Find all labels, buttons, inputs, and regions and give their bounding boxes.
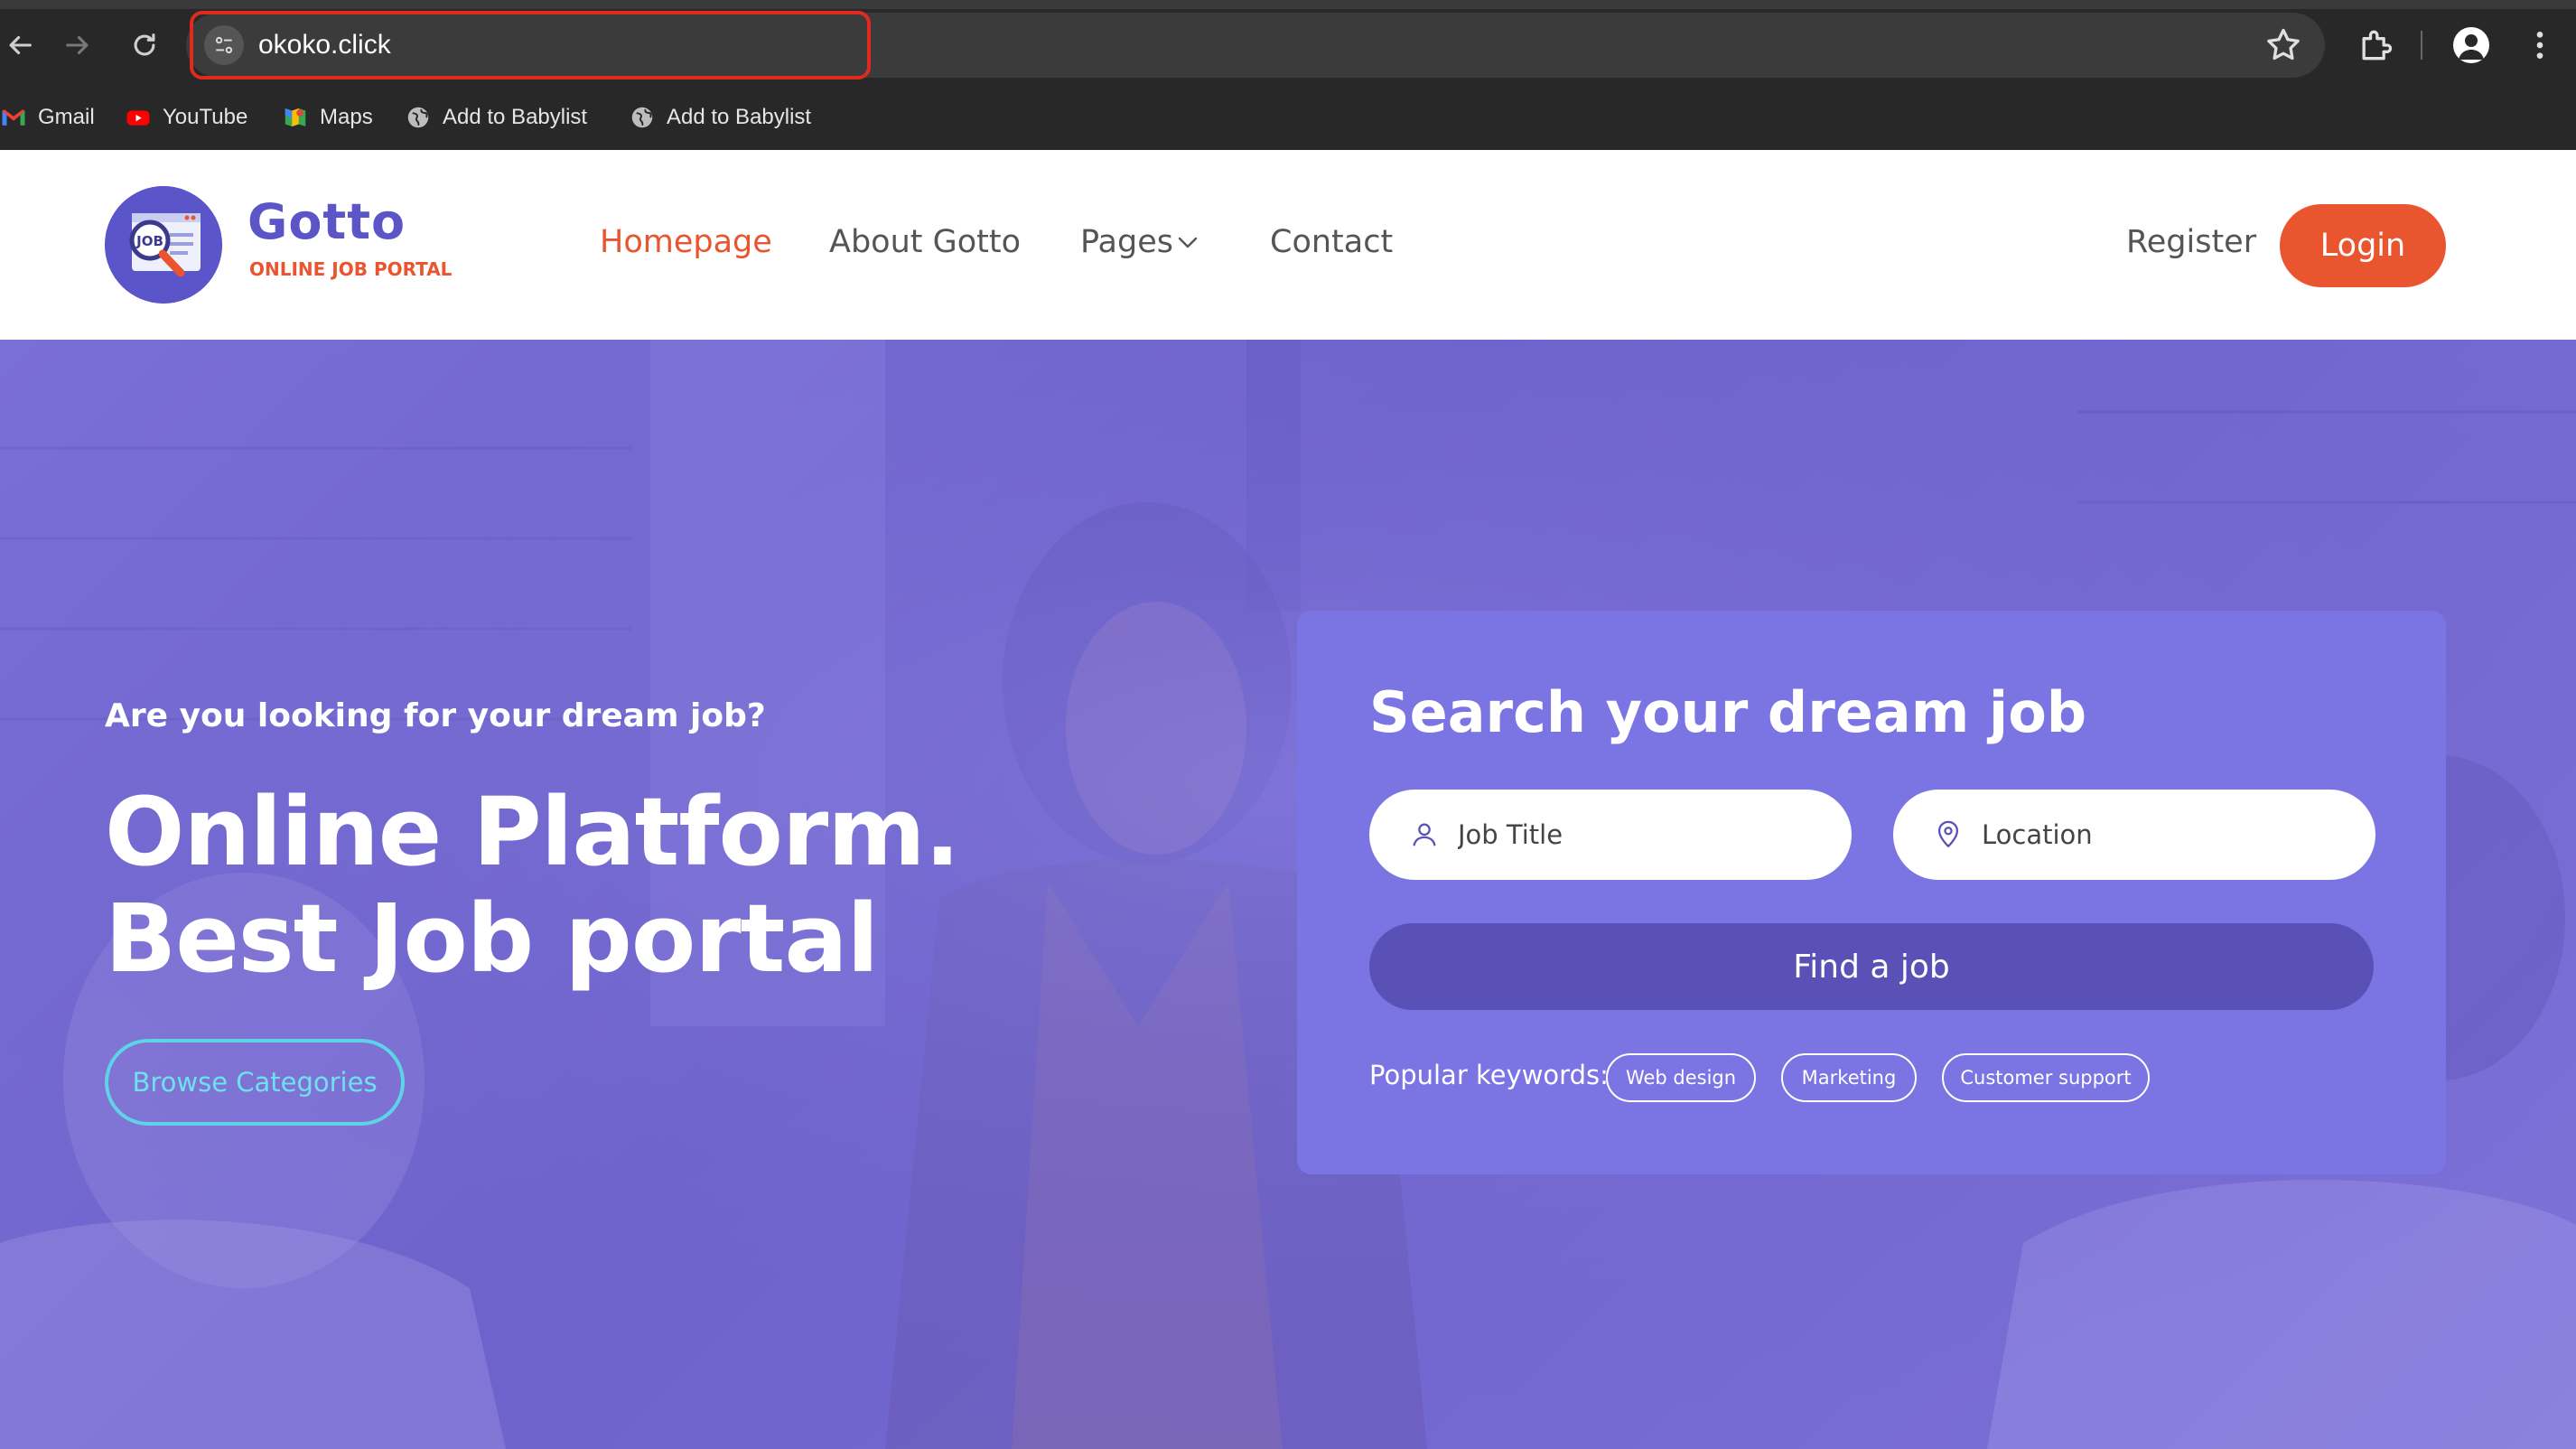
nav-contact[interactable]: Contact <box>1270 220 1393 264</box>
bookmark-gmail[interactable]: Gmail <box>0 101 95 134</box>
bookmark-label: Add to Babylist <box>443 105 588 129</box>
back-arrow-icon <box>9 35 32 55</box>
url-text[interactable]: okoko.click <box>258 25 391 65</box>
login-button[interactable]: Login <box>2280 204 2446 287</box>
location-field[interactable] <box>1893 790 2375 880</box>
bookmark-youtube[interactable]: YouTube <box>125 101 247 134</box>
maps-icon <box>285 108 306 126</box>
logo-job-text: JOB <box>135 233 163 249</box>
register-link[interactable]: Register <box>2126 220 2256 264</box>
job-title-input[interactable] <box>1458 819 1819 850</box>
bookmark-star-icon[interactable] <box>2263 25 2303 65</box>
job-title-field[interactable] <box>1369 790 1852 880</box>
nav-about[interactable]: About Gotto <box>829 220 1021 264</box>
menu-kebab-icon[interactable] <box>2522 25 2558 65</box>
location-input[interactable] <box>1982 819 2343 850</box>
hero-eyebrow: Are you looking for your dream job? <box>105 697 766 734</box>
bookmark-babylist-2[interactable]: Add to Babylist <box>629 101 811 134</box>
browse-categories-button[interactable]: Browse Categories <box>105 1039 405 1126</box>
bookmark-label: Maps <box>320 105 373 129</box>
nav-homepage[interactable]: Homepage <box>600 220 772 264</box>
bookmark-label: YouTube <box>163 105 248 129</box>
forward-arrow-icon <box>66 35 89 55</box>
toolbar-divider <box>2421 31 2422 60</box>
site-info-button[interactable] <box>204 25 244 65</box>
reload-icon <box>134 33 155 56</box>
globe-icon <box>407 107 429 128</box>
bookmark-label: Add to Babylist <box>667 105 812 129</box>
hero-title-line-1: Online Platform. <box>105 777 960 887</box>
search-card-title: Search your dream job <box>1369 679 2087 745</box>
keyword-chip-customer-support[interactable]: Customer support <box>1942 1053 2150 1102</box>
youtube-icon <box>126 110 150 126</box>
keyword-chip-web-design[interactable]: Web design <box>1606 1053 1756 1102</box>
bookmarks-bar <box>0 90 2576 150</box>
back-button[interactable] <box>0 20 45 70</box>
hero-title-line-2: Best Job portal <box>105 883 879 994</box>
profile-avatar-button[interactable] <box>2453 27 2489 63</box>
location-pin-icon <box>1937 820 1959 848</box>
bookmark-babylist-1[interactable]: Add to Babylist <box>405 101 587 134</box>
brand-tagline: ONLINE JOB PORTAL <box>249 258 453 280</box>
popular-keywords-label: Popular keywords: <box>1369 1060 1609 1090</box>
reload-button[interactable] <box>119 20 170 70</box>
tune-icon <box>215 36 233 54</box>
nav-pages[interactable]: Pages <box>1080 220 1173 264</box>
brand-name[interactable]: Gotto <box>247 193 406 250</box>
bookmark-maps[interactable]: Maps <box>282 101 373 134</box>
site-logo[interactable]: JOB <box>105 186 222 304</box>
forward-button[interactable] <box>52 20 103 70</box>
job-search-logo-icon: JOB <box>105 186 222 304</box>
chevron-down-icon[interactable] <box>1176 233 1199 251</box>
person-icon <box>2459 34 2484 60</box>
extensions-icon[interactable] <box>2356 25 2395 65</box>
find-job-button[interactable]: Find a job <box>1369 923 2374 1010</box>
tab-strip-edge <box>0 0 2576 9</box>
keyword-chip-marketing[interactable]: Marketing <box>1781 1053 1917 1102</box>
hero-title: Online Platform. Best Job portal <box>105 777 960 994</box>
user-icon <box>1413 823 1436 846</box>
globe-icon <box>631 107 653 128</box>
gmail-icon <box>2 109 25 126</box>
bookmark-label: Gmail <box>38 105 95 129</box>
